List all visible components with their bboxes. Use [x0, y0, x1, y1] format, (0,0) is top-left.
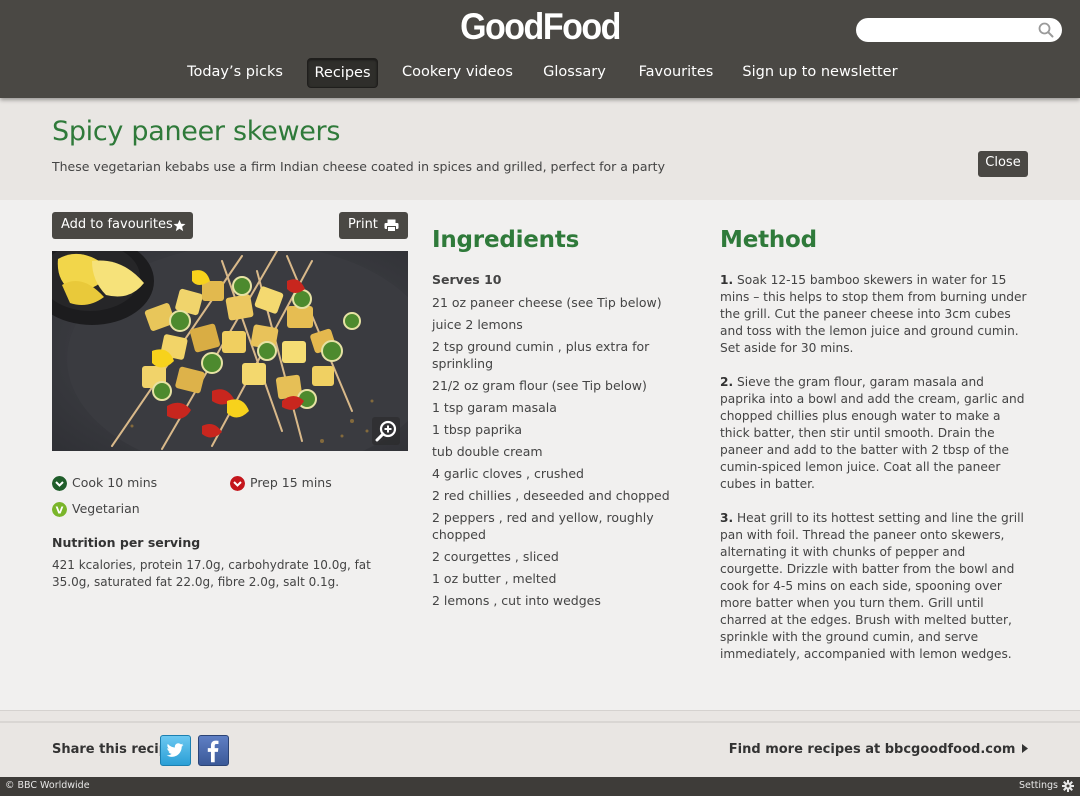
method-list: 1. Soak 12-15 bamboo skewers in water fo… [720, 272, 1030, 680]
ingredient-item: 21/2 oz gram flour (see Tip below) [432, 378, 647, 393]
recipe-title-band: Spicy paneer skewers These vegetarian ke… [0, 98, 1080, 200]
nav-newsletter[interactable]: Sign up to newsletter [740, 58, 900, 88]
ingredient-item: 1 oz butter , melted [432, 571, 557, 586]
step-number: 3. [720, 511, 734, 525]
ingredient-item: 1 tsp garam masala [432, 400, 557, 415]
step-text: Soak 12-15 bamboo skewers in water for 1… [720, 273, 1027, 355]
ingredients-list: 21 oz paneer cheese (see Tip below) juic… [432, 294, 682, 614]
ingredient-item: 2 lemons , cut into wedges [432, 593, 601, 608]
vegetarian-icon: V [52, 502, 67, 517]
clock-icon [230, 476, 245, 491]
method-heading: Method [720, 227, 817, 253]
nav-favourites[interactable]: Favourites [630, 58, 722, 88]
search-input[interactable] [866, 20, 1026, 40]
add-to-favourites-button[interactable]: Add to favourites [52, 212, 193, 239]
ingredient-item: 4 garlic cloves , crushed [432, 466, 584, 481]
find-more-recipes-link[interactable]: Find more recipes at bbcgoodfood.com [729, 742, 1028, 757]
recipe-description: These vegetarian kebabs use a firm India… [52, 159, 665, 174]
ingredient-item: 1 tbsp paprika [432, 422, 523, 437]
method-step: 1. Soak 12-15 bamboo skewers in water fo… [720, 272, 1030, 357]
zoom-in-icon[interactable] [372, 417, 400, 445]
method-step: 2. Sieve the gram flour, garam masala an… [720, 374, 1030, 493]
diet-label: Vegetarian [72, 501, 140, 516]
nutrition-text: 421 kcalories, protein 17.0g, carbohydra… [52, 558, 371, 589]
step-text: Sieve the gram flour, garam masala and p… [720, 375, 1025, 491]
recipe-photo[interactable] [52, 251, 408, 451]
copyright-text: © BBC Worldwide [5, 780, 90, 791]
cook-time-label: Cook 10 mins [72, 475, 158, 490]
share-footer: Share this recipe Find more recipes at b… [0, 710, 1080, 777]
ingredient-item: juice 2 lemons [432, 317, 523, 332]
printer-icon [384, 219, 399, 232]
nav-todays-picks[interactable]: Today’s picks [181, 58, 289, 88]
nav-glossary[interactable]: Glossary [537, 58, 612, 88]
ingredient-item: 21 oz paneer cheese (see Tip below) [432, 295, 662, 310]
recipe-title: Spicy paneer skewers [52, 116, 341, 147]
ingredient-item: 2 courgettes , sliced [432, 549, 559, 564]
main-nav: Today’s picks Recipes Cookery videos Glo… [0, 58, 1080, 88]
step-number: 2. [720, 375, 734, 389]
bottom-status-bar: © BBC Worldwide Settings [0, 777, 1080, 796]
nav-cookery-videos[interactable]: Cookery videos [396, 58, 519, 88]
search-box[interactable] [856, 18, 1062, 42]
ingredient-item: 2 red chillies , deseeded and chopped [432, 488, 670, 503]
gear-icon[interactable] [1062, 780, 1074, 792]
find-more-label: Find more recipes at bbcgoodfood.com [728, 742, 1016, 757]
search-icon[interactable] [1037, 21, 1055, 39]
method-step: 3. Heat grill to its hottest setting and… [720, 510, 1030, 663]
ingredient-item: 2 tsp ground cumin , plus extra for spri… [432, 339, 650, 371]
site-header: GoodFood Today’s picks Recipes Cookery v… [0, 0, 1080, 98]
nutrition-heading: Nutrition per serving [52, 535, 201, 550]
close-button[interactable]: Close [978, 151, 1028, 177]
serves-label: Serves 10 [432, 272, 502, 287]
ingredients-heading: Ingredients [432, 227, 580, 253]
step-number: 1. [720, 273, 734, 287]
prep-time-label: Prep 15 mins [250, 475, 332, 490]
share-label: Share this recipe [52, 742, 177, 757]
facebook-icon[interactable] [198, 735, 229, 766]
clock-icon [52, 476, 67, 491]
add-to-favourites-label: Add to favourites [61, 217, 173, 232]
ingredient-item: 2 peppers , red and yellow, roughly chop… [432, 510, 654, 542]
settings-link[interactable]: Settings [1019, 780, 1058, 791]
chevron-right-icon [1022, 744, 1028, 753]
print-label: Print [348, 217, 378, 232]
vegetarian-badge-letter: V [56, 505, 64, 516]
twitter-icon[interactable] [160, 735, 191, 766]
ingredient-item: tub double cream [432, 444, 543, 459]
step-text: Heat grill to its hottest setting and li… [720, 511, 1024, 661]
nav-recipes[interactable]: Recipes [307, 58, 378, 88]
star-icon [173, 219, 186, 232]
print-button[interactable]: Print [339, 212, 408, 239]
